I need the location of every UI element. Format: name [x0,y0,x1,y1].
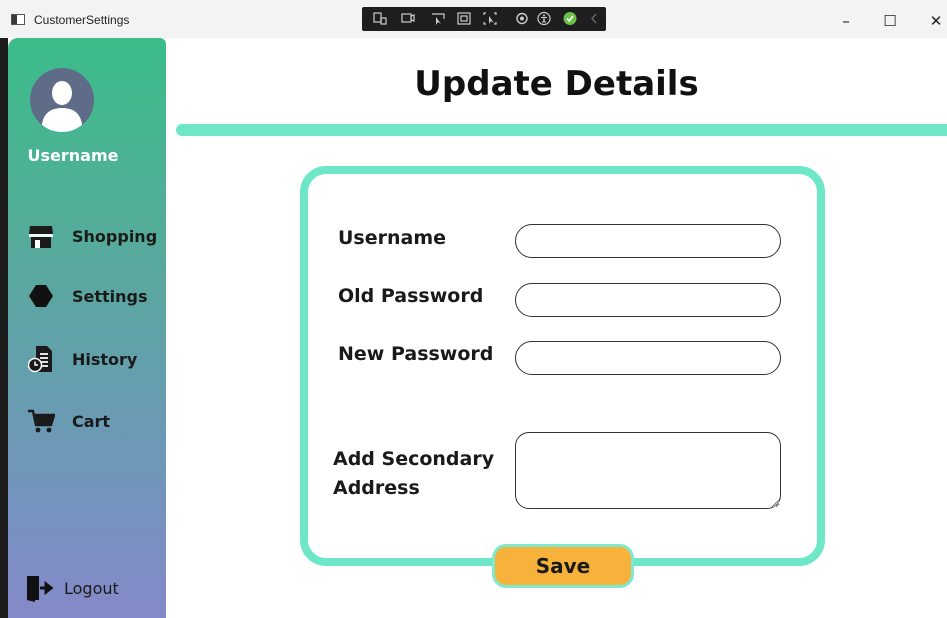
secondary-address-input[interactable] [515,432,781,509]
title-divider [176,124,947,136]
live-visual-tree-icon[interactable] [372,11,388,26]
new-password-input[interactable] [515,341,781,375]
user-silhouette-icon [42,81,82,132]
close-button[interactable]: ✕ [921,9,947,33]
avatar [30,68,94,132]
maximize-button[interactable]: ☐ [875,9,905,33]
hot-reload-icon[interactable] [514,11,530,26]
minimize-button[interactable]: – [831,9,861,33]
show-adorners-icon[interactable] [456,11,472,26]
hexagon-icon [26,282,56,310]
sidebar-item-shopping[interactable]: Shopping [26,222,157,250]
track-focus-icon[interactable] [482,11,498,26]
page-title: Update Details [414,64,699,104]
logout-label: Logout [64,578,119,598]
debug-toolbar [362,7,606,31]
sidebar-item-label: Cart [72,411,111,431]
sidebar-username: Username [27,146,119,165]
cart-icon [26,407,56,435]
display-layout-icon[interactable] [400,11,416,26]
secondary-address-label-line2: Address [333,477,420,499]
sidebar-item-label: Settings [72,286,148,306]
select-element-icon[interactable] [430,11,446,26]
new-password-label: New Password [338,343,494,365]
logout-icon [24,574,54,602]
store-icon [26,222,56,250]
window-titlebar: CustomerSettings – ☐ ✕ [0,0,947,38]
secondary-address-label-line1: Add Secondary [333,448,495,470]
logout-button[interactable]: Logout [24,574,119,602]
sidebar-item-label: History [72,349,138,369]
save-button[interactable]: Save [492,544,634,588]
username-label: Username [338,227,447,249]
secondary-address-label: Add Secondary Address [333,445,494,503]
accessibility-icon[interactable] [536,11,552,26]
sidebar-item-settings[interactable]: Settings [26,282,148,310]
document-clock-icon [26,345,56,373]
collapse-toolbar-icon[interactable] [586,11,602,26]
old-password-input[interactable] [515,283,781,317]
app-window-icon [11,14,25,25]
sidebar-edge [0,38,8,618]
old-password-label: Old Password [338,285,484,307]
window-title: CustomerSettings [34,13,130,27]
sidebar-item-history[interactable]: History [26,345,137,373]
sidebar-item-cart[interactable]: Cart [26,407,110,435]
username-input[interactable] [515,224,781,258]
sidebar-item-label: Shopping [72,226,158,246]
check-ok-icon[interactable] [562,11,578,26]
sidebar: Username Shopping Settings History Cart … [8,38,166,618]
